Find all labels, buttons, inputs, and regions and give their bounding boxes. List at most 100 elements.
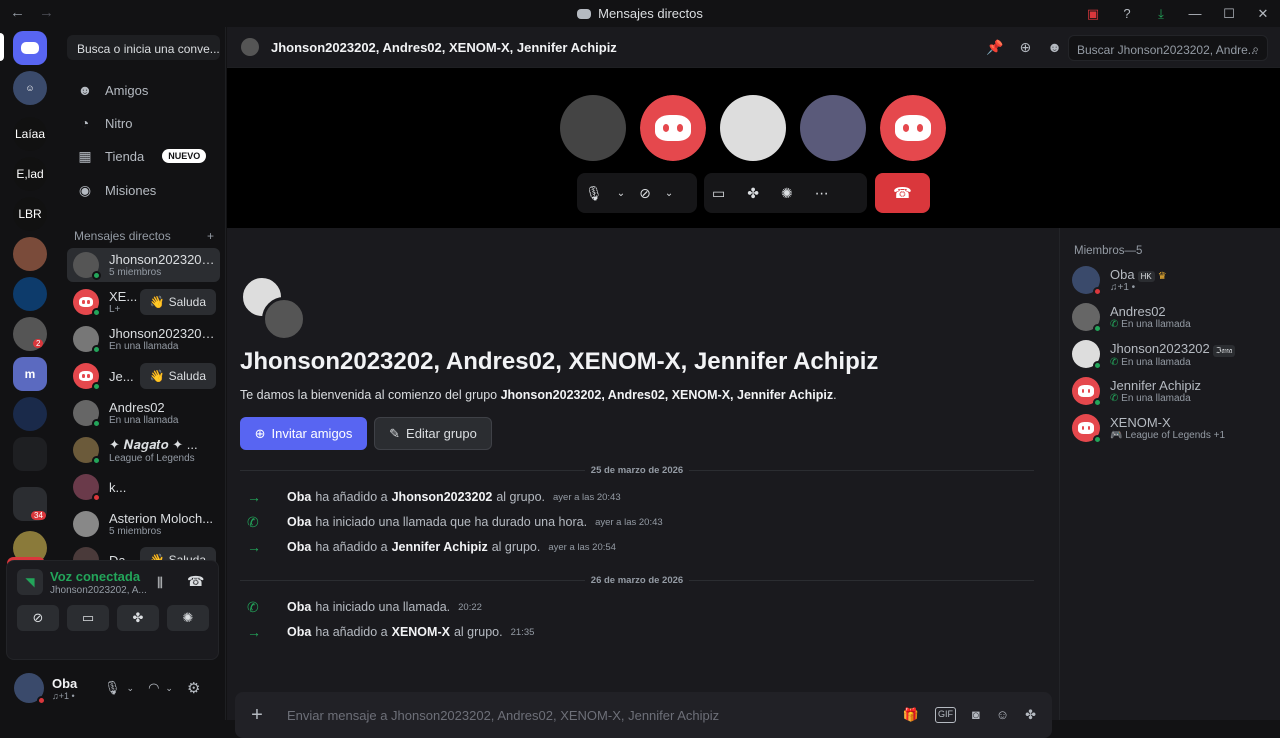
member-item[interactable]: Andres02 ✆ En una llamada [1072, 300, 1272, 334]
soundboard-icon[interactable]: ✺ [167, 605, 209, 631]
actor[interactable]: Oba [287, 625, 311, 639]
chevron-down-icon[interactable]: ⌄ [127, 683, 135, 694]
avatar [73, 363, 101, 391]
dm-item[interactable]: ✦ 𝑵𝒂𝒈𝒂𝒕𝒐 ✦ ... League of Legends [67, 433, 220, 467]
screen-share-icon[interactable]: ▭ [67, 605, 109, 631]
signal-icon[interactable]: ◥ [17, 569, 43, 595]
avatar [1072, 266, 1102, 296]
minimize-icon[interactable]: — [1178, 6, 1212, 21]
actor[interactable]: Oba [287, 490, 311, 504]
member-item[interactable]: Jennifer Achipiz ✆ En una llamada [1072, 374, 1272, 408]
guild-folder-badge: 34 [31, 511, 46, 520]
wave-button[interactable]: 👋Saluda [139, 289, 216, 315]
guild-5[interactable] [13, 237, 47, 271]
nav-quests[interactable]: ◉ Misiones [67, 175, 220, 205]
wave-button[interactable]: 👋Saluda [139, 363, 216, 389]
members-icon[interactable]: ☻ [1047, 39, 1062, 56]
sticker-icon[interactable]: ◙ [972, 707, 980, 723]
maximize-icon[interactable]: ☐ [1212, 6, 1246, 22]
target[interactable]: Jennifer Achipiz [392, 540, 488, 554]
call-participant[interactable] [720, 95, 786, 161]
help-icon[interactable]: ? [1110, 6, 1144, 21]
target[interactable]: Jhonson2023202 [392, 490, 493, 504]
guild-10[interactable] [13, 437, 47, 471]
guild-8[interactable]: m [13, 357, 47, 391]
guild-lbr[interactable]: LBR [13, 197, 47, 231]
search-input[interactable]: Buscar Jhonson2023202, Andre... ⌕ [1068, 35, 1268, 61]
nav-shop[interactable]: ▦ Tienda NUEVO [67, 141, 220, 171]
wave-icon: 👋 [149, 295, 165, 309]
guild-6[interactable] [13, 277, 47, 311]
microphone-icon[interactable]: 🎙 [585, 185, 603, 202]
guild-label: LBR [18, 207, 42, 221]
actor[interactable]: Oba [287, 600, 311, 614]
chevron-down-icon[interactable]: ⌄ [165, 683, 173, 694]
attach-plus-icon[interactable]: + [235, 704, 279, 727]
chevron-down-icon[interactable]: ⌄ [617, 188, 625, 199]
message-composer[interactable]: + Enviar mensaje a Jhonson2023202, Andre… [235, 692, 1052, 738]
call-participant[interactable] [880, 95, 946, 161]
member-name: Oba [1110, 267, 1135, 282]
history-nav: ← → [10, 4, 54, 21]
activities-icon[interactable]: ✤ [747, 185, 759, 202]
close-icon[interactable]: ✕ [1246, 6, 1280, 22]
dm-item[interactable]: k... [67, 470, 220, 504]
apps-icon[interactable]: ✤ [1025, 707, 1036, 723]
more-icon[interactable]: ⋯ [815, 185, 829, 202]
member-status: 🎮 League of Legends +1 [1110, 430, 1226, 441]
camera-off-icon[interactable]: ⊘ [639, 185, 651, 202]
emoji-icon[interactable]: ☺ [996, 707, 1009, 723]
user-avatar[interactable] [14, 673, 46, 705]
call-participant[interactable] [560, 95, 626, 161]
microphone-icon[interactable]: 🎙 [104, 680, 121, 696]
soundboard-icon[interactable]: ✺ [781, 185, 793, 202]
inbox-icon[interactable]: ▣ [1076, 6, 1110, 22]
screen-share-icon[interactable]: ▭ [712, 185, 725, 202]
user-avatar-guild[interactable]: ☺ [13, 71, 47, 105]
system-message: ✆ Oba ha iniciado una llamada. 20:22 [247, 598, 482, 616]
headphones-icon[interactable]: ◠ [148, 680, 159, 696]
call-participant[interactable] [640, 95, 706, 161]
guild-9[interactable] [13, 397, 47, 431]
pin-icon[interactable]: 📌 [986, 39, 1003, 56]
dm-item[interactable]: Asterion Moloch... 5 miembros [67, 507, 220, 541]
add-friend-icon[interactable]: ⊕ [1020, 39, 1032, 56]
gift-icon[interactable]: 🎁 [903, 707, 919, 723]
dm-item[interactable]: Je... 👋 Saluda [67, 359, 220, 393]
settings-icon[interactable]: ⚙ [187, 679, 200, 697]
nav-label: Amigos [105, 82, 149, 98]
dm-item[interactable]: Jhonson20232020... 5 miembros [67, 248, 220, 282]
actor[interactable]: Oba [287, 540, 311, 554]
download-icon[interactable]: ⤓ [1144, 6, 1178, 22]
dm-item[interactable]: XE... L+ 👋 Saluda [67, 285, 220, 319]
member-item[interactable]: Jhonson2023202 ℑ𝔞𝔫𝔞 ✆ En una llamada [1072, 337, 1272, 371]
actor[interactable]: Oba [287, 515, 311, 529]
composer-placeholder: Enviar mensaje a Jhonson2023202, Andres0… [287, 707, 720, 723]
member-status: ✆ En una llamada [1110, 356, 1191, 368]
hang-up-button[interactable]: ☎ [875, 173, 930, 213]
dm-search-button[interactable]: Busca o inicia una conve... [67, 35, 220, 60]
home-button[interactable] [13, 31, 47, 65]
dm-item[interactable]: Andres02 En una llamada [67, 396, 220, 430]
invite-friends-button[interactable]: ⊕ Invitar amigos [240, 417, 367, 450]
nav-friends[interactable]: ☻ Amigos [67, 75, 220, 105]
target[interactable]: XENOM-X [392, 625, 450, 639]
nav-nitro[interactable]: ◔ Nitro [67, 108, 220, 138]
disconnect-icon[interactable]: ☎ [187, 573, 204, 590]
back-arrow-icon[interactable]: ← [10, 4, 25, 21]
dm-item[interactable]: Jhonson20232020... En una llamada [67, 322, 220, 356]
gif-icon[interactable]: GIF [934, 707, 956, 723]
guild-elad[interactable]: E,lad [13, 157, 47, 191]
noise-suppression-icon[interactable]: ⫼ [157, 575, 163, 591]
activities-icon[interactable]: ✤ [117, 605, 159, 631]
channel-name: Jhonson2023202, Andres02, XENOM-X, Jenni… [271, 39, 617, 55]
member-item[interactable]: Oba HK ♛ ♫+1 • [1072, 263, 1272, 297]
guild-laiaa[interactable]: Laíaa [13, 117, 47, 151]
edit-group-button[interactable]: ✎ Editar grupo [374, 417, 492, 450]
camera-off-icon[interactable]: ⊘ [17, 605, 59, 631]
create-dm-icon[interactable]: + [207, 229, 214, 243]
chevron-down-icon[interactable]: ⌄ [665, 188, 673, 199]
call-participant[interactable] [800, 95, 866, 161]
member-item[interactable]: XENOM-X 🎮 League of Legends +1 [1072, 411, 1272, 445]
forward-arrow-icon[interactable]: → [39, 4, 54, 21]
